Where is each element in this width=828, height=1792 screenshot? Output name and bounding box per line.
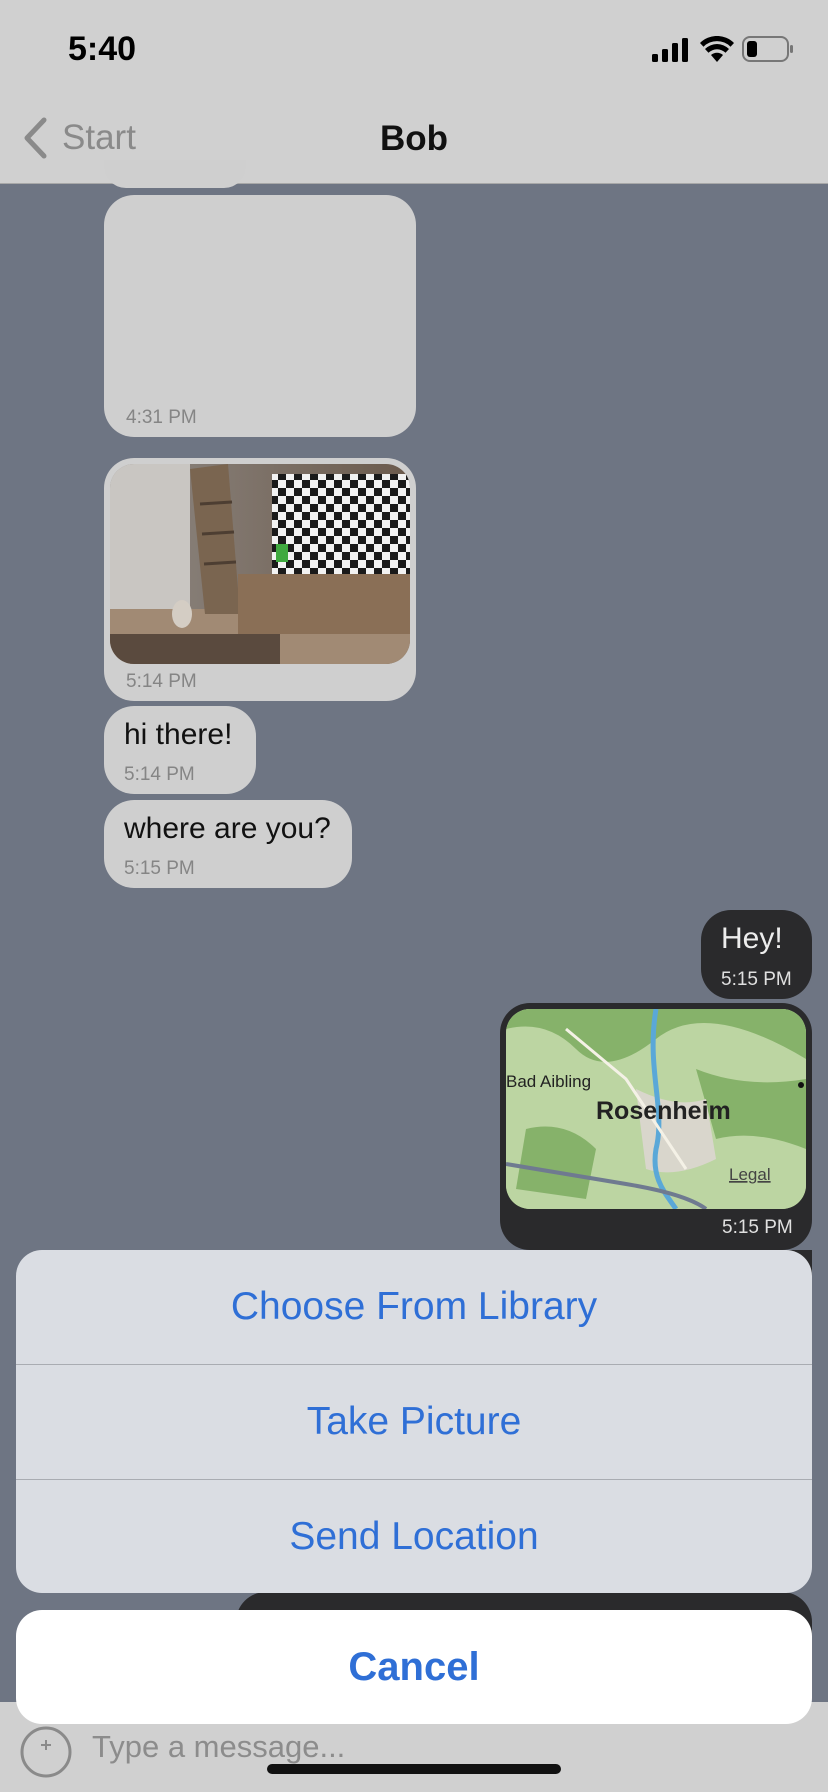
map-label-rosenheim: Rosenheim bbox=[596, 1097, 731, 1125]
message-timestamp: 5:15 PM bbox=[722, 1217, 793, 1238]
add-attachment-icon[interactable] bbox=[20, 1726, 72, 1778]
message-timestamp: 5:14 PM bbox=[124, 764, 195, 785]
status-bar: 5:40 bbox=[0, 0, 828, 95]
message-text: where are you? bbox=[124, 812, 331, 845]
message-text: Hey! bbox=[721, 922, 783, 955]
action-sheet: Choose From Library Take Picture Send Lo… bbox=[16, 1250, 812, 1593]
cellular-signal-icon bbox=[652, 38, 688, 62]
room-photo-image bbox=[110, 464, 410, 664]
cancel-button[interactable]: Cancel bbox=[16, 1610, 812, 1724]
status-time: 5:40 bbox=[68, 30, 137, 68]
message-bubble-blank[interactable]: 4:31 PM bbox=[104, 195, 416, 437]
message-timestamp: 4:31 PM bbox=[126, 407, 197, 428]
choose-from-library-button[interactable]: Choose From Library bbox=[16, 1250, 812, 1364]
take-picture-button[interactable]: Take Picture bbox=[16, 1365, 812, 1479]
photo-attachment[interactable] bbox=[110, 464, 410, 664]
message-timestamp: 5:14 PM bbox=[126, 671, 197, 692]
location-map[interactable]: Bad Aibling Rosenheim Legal bbox=[506, 1009, 806, 1209]
home-indicator bbox=[267, 1764, 561, 1774]
message-text: hi there! bbox=[124, 718, 233, 751]
message-bubble-text[interactable]: hi there! 5:14 PM bbox=[104, 706, 256, 794]
message-bubble-text[interactable]: where are you? 5:15 PM bbox=[104, 800, 352, 888]
wifi-icon bbox=[700, 36, 734, 62]
battery-icon bbox=[742, 36, 793, 62]
send-location-button[interactable]: Send Location bbox=[16, 1480, 812, 1593]
message-bubble-location[interactable]: Bad Aibling Rosenheim Legal 5:15 PM bbox=[500, 1003, 812, 1250]
chat-title: Bob bbox=[379, 119, 449, 158]
message-bubble-outgoing-text[interactable]: Hey! 5:15 PM bbox=[701, 910, 812, 999]
map-image: Bad Aibling Rosenheim Legal bbox=[506, 1009, 806, 1209]
message-timestamp: 5:15 PM bbox=[721, 969, 792, 990]
map-legal-link: Legal bbox=[729, 1165, 771, 1184]
message-timestamp: 5:15 PM bbox=[124, 858, 195, 879]
map-label-bad-aibling: Bad Aibling bbox=[506, 1072, 591, 1091]
message-bubble-photo[interactable]: 5:14 PM bbox=[104, 458, 416, 701]
message-bubble-partial[interactable] bbox=[104, 160, 246, 188]
